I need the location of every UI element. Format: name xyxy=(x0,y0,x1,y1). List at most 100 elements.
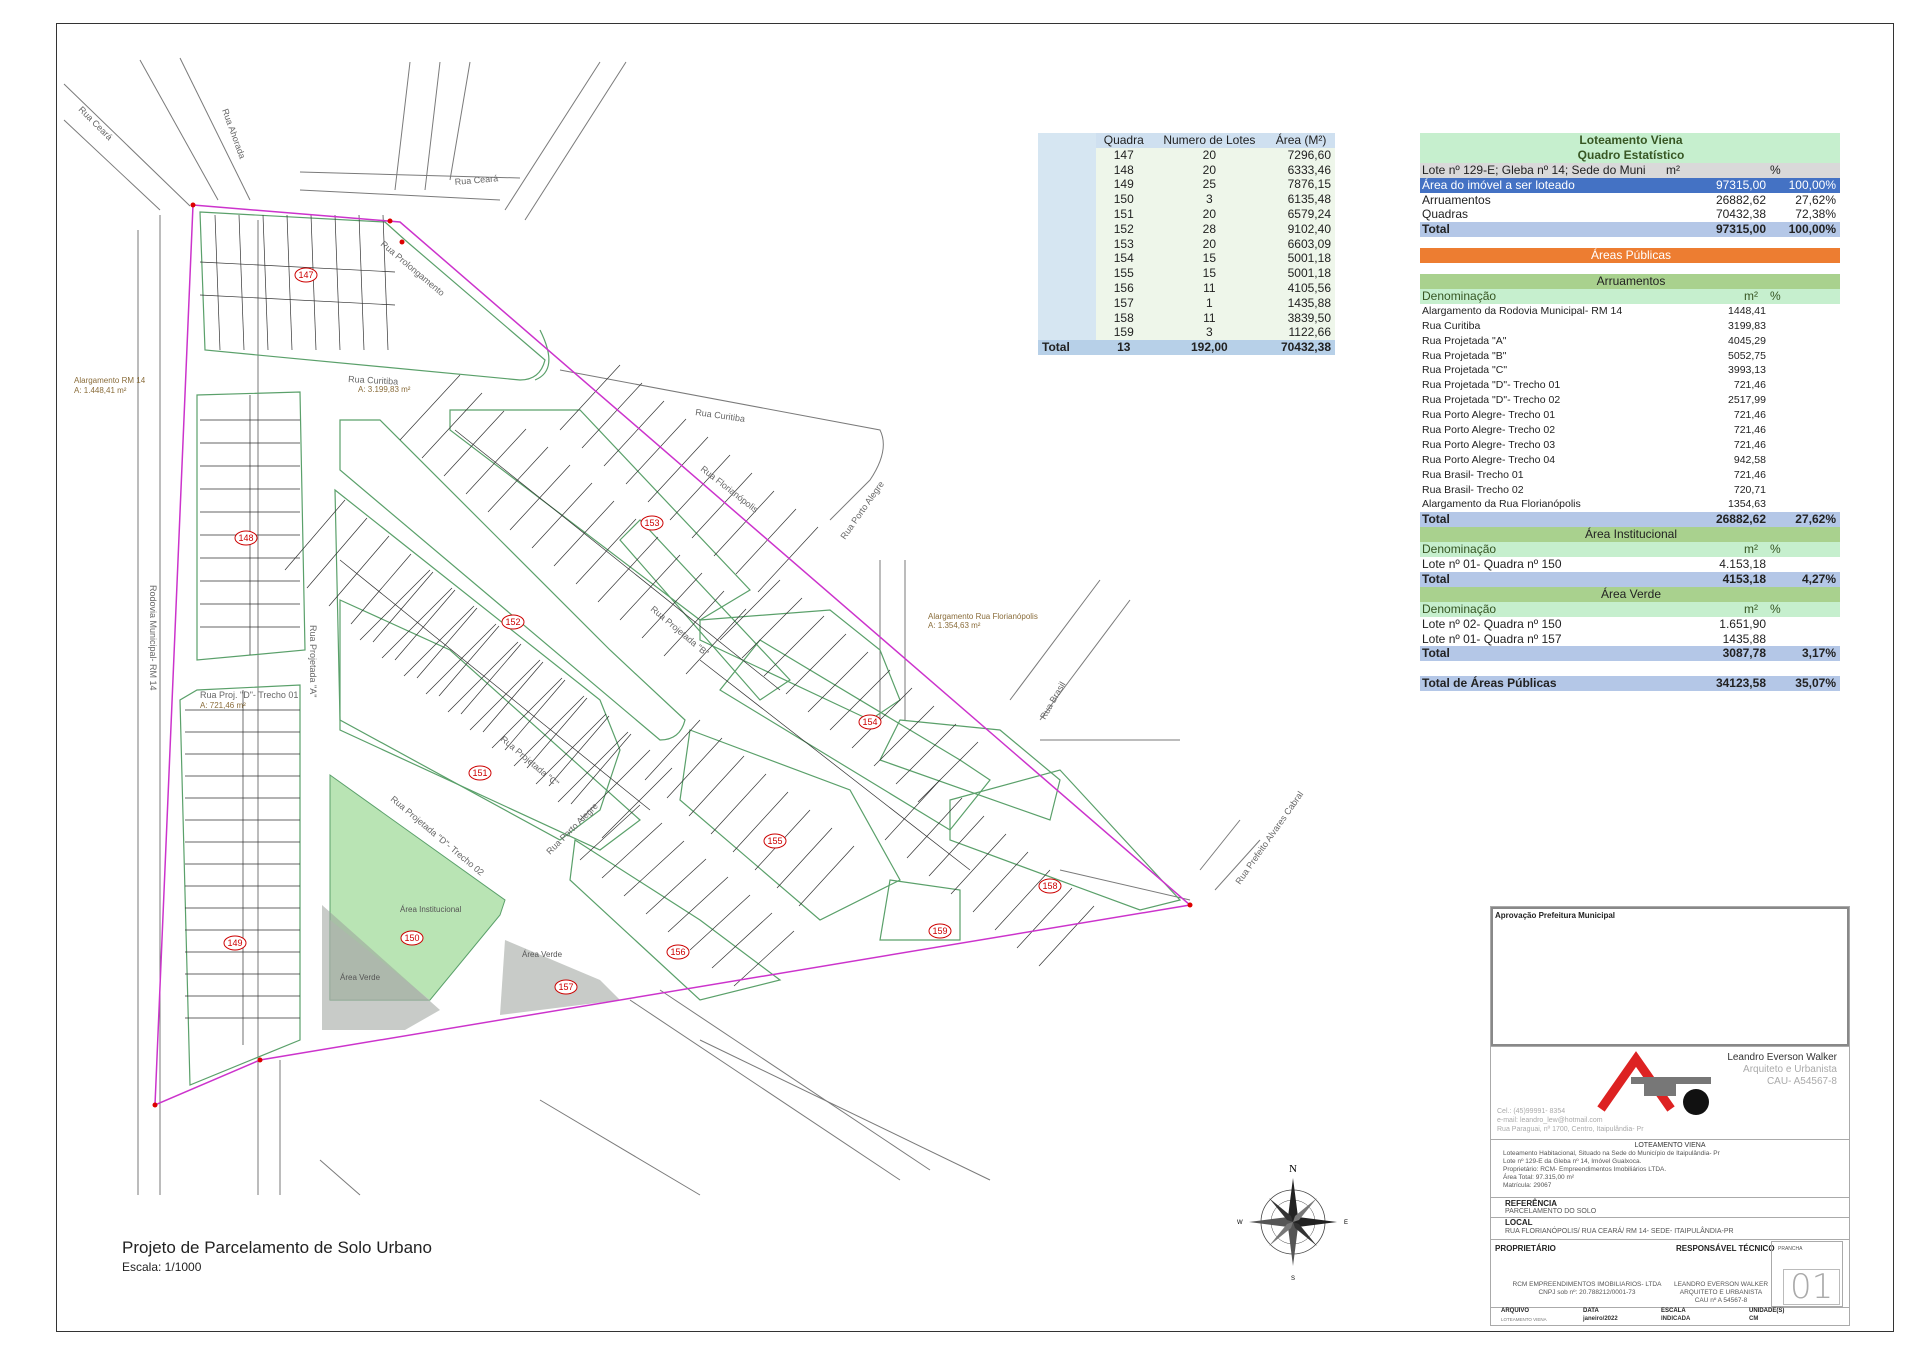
quadra-cell: 147 xyxy=(1096,147,1152,163)
header-lotes: Numero de Lotes xyxy=(1151,133,1268,148)
footer-escala: INDICADA xyxy=(1661,1316,1691,1322)
area-cell: 1435,88 xyxy=(1267,295,1335,311)
lotes-cell: 11 xyxy=(1151,280,1268,296)
area-cell: 5001,18 xyxy=(1267,251,1335,267)
area-cell: 5001,18 xyxy=(1267,266,1335,281)
arr-denom-header: Denominação m² % xyxy=(1420,289,1840,304)
street-label: Rua Projetada "B" xyxy=(649,604,711,658)
inst-denom-header: Denominação m² % xyxy=(1420,542,1840,558)
block-152-label: 152 xyxy=(505,617,520,627)
map-scale: Escala: 1/1000 xyxy=(122,1260,202,1274)
arruamento-row: Rua Projetada "A" 4045,29 xyxy=(1422,334,1766,347)
total-cell: 70432,38 xyxy=(1267,340,1335,355)
quadra-row: 152 28 9102,40 xyxy=(1038,221,1335,237)
quadra-row: 158 11 3839,50 xyxy=(1038,310,1335,326)
stats-arruamentos: Arruamentos 26882,62 27,62% xyxy=(1422,192,1836,207)
area-label: A: 721,46 m² xyxy=(200,701,246,710)
street-label: Rua Projetada "A" xyxy=(308,625,318,697)
quadra-row: 147 20 7296,60 xyxy=(1038,147,1335,163)
arruamento-row: Alargamento da Rua Florianópolis 1354,63 xyxy=(1422,498,1766,511)
quadra-row: 153 20 6603,09 xyxy=(1038,236,1335,252)
verde-denom-header: Denominação m² % xyxy=(1420,601,1840,617)
verde-title: Área Verde xyxy=(1420,586,1840,602)
quadras-total-row: Total 13 192,00 70432,38 xyxy=(1038,340,1335,355)
street-label: Rua Ahorada xyxy=(220,107,247,160)
project-line: Loteamento Habitacional, Situado na Sede… xyxy=(1503,1150,1720,1157)
areas-publicas-title: Áreas Públicas xyxy=(1420,248,1840,264)
arruamento-row: Alargamento da Rodovia Municipal- RM 14 1… xyxy=(1422,304,1766,317)
quadra-cell: 155 xyxy=(1096,266,1152,281)
lotes-cell: 20 xyxy=(1151,206,1268,222)
title-block: Aprovação Prefeitura Municipal Leandro E… xyxy=(1490,906,1850,1326)
block-155-label: 155 xyxy=(767,836,782,846)
total-areas-publicas: Total de Áreas Públicas 34123,58 35,07% xyxy=(1420,676,1840,692)
quadras-table: Quadra Numero de Lotes Área (M²) 147 20 72… xyxy=(1038,133,1335,355)
header-quadra: Quadra xyxy=(1096,133,1152,148)
proprietario-name: RCM EMPREENDIMENTOS IMOBILIARIOS- LTDA xyxy=(1512,1281,1662,1288)
lotes-cell: 20 xyxy=(1151,147,1268,163)
project-name: LOTEAMENTO VIENA xyxy=(1634,1142,1706,1149)
compass-west: W xyxy=(1237,1220,1243,1226)
block-158-label: 158 xyxy=(1042,881,1057,891)
footer-unidade: CM xyxy=(1749,1316,1759,1322)
stats-total: Total 97315,00 100,00% xyxy=(1420,222,1840,238)
inst-row: Lote nº 01- Quadra nº 150 4.153,18 xyxy=(1422,557,1766,572)
block-159-label: 159 xyxy=(932,926,947,936)
local-label: LOCAL xyxy=(1505,1218,1533,1227)
lotes-cell: 28 xyxy=(1151,221,1268,237)
aprovacao-label: Aprovação Prefeitura Municipal xyxy=(1495,911,1616,920)
street-label: Rodovia Municipal- RM 14 xyxy=(148,585,158,691)
arruamento-row: Rua Brasil- Trecho 01 721,46 xyxy=(1422,468,1766,481)
arruamentos-title: Arruamentos xyxy=(1420,274,1840,290)
footer-data-label: DATA xyxy=(1583,1308,1599,1314)
quadra-row: 156 11 4105,56 xyxy=(1038,280,1335,296)
arruamento-row: Rua Curitiba 3199,83 xyxy=(1422,319,1766,332)
lotes-cell: 11 xyxy=(1151,310,1268,326)
referencia-label: REFERÊNCIA xyxy=(1505,1199,1558,1208)
street-label: Rua Porto Alegre xyxy=(838,479,886,541)
footer-escala-label: ESCALA xyxy=(1661,1308,1686,1314)
block-148-label: 148 xyxy=(238,533,253,543)
footer-unidade-label: UNIDADE(S) xyxy=(1749,1308,1785,1314)
footer-arquivo-label: ARQUIVO xyxy=(1501,1308,1530,1314)
lotes-cell: 20 xyxy=(1151,236,1268,252)
quadra-cell: 152 xyxy=(1096,221,1152,237)
area-cell: 1122,66 xyxy=(1267,325,1335,341)
area-label: A: 1.354,63 m² xyxy=(928,621,981,630)
proprietario-label: PROPRIETÁRIO xyxy=(1495,1244,1556,1253)
stats-lote-header: Lote nº 129-E; Gleba nº 14; Sede do Muni… xyxy=(1420,162,1840,178)
block-157-label: 157 xyxy=(558,982,573,992)
block-150-label: 150 xyxy=(404,933,419,943)
quadra-row: 157 1 1435,88 xyxy=(1038,295,1335,311)
street-label: Rua Projetada "C" xyxy=(499,734,561,789)
arruamento-row: Rua Porto Alegre- Trecho 03 721,46 xyxy=(1422,438,1766,451)
project-line: Lote nº 129-E da Gleba nº 14, Imóvel Gua… xyxy=(1503,1158,1642,1165)
project-line: Área Total: 97.315,00 m² xyxy=(1503,1174,1575,1181)
compass-rose-icon: N S E W xyxy=(1237,1163,1348,1282)
footer-arquivo: LOTEAMENTO VIENA xyxy=(1501,1317,1547,1322)
street-label: Rua Proj. "D"- Trecho 01 xyxy=(200,690,298,700)
street-label: Rua Brasil xyxy=(1038,680,1067,721)
area-cell: 7876,15 xyxy=(1267,177,1335,193)
area-cell: 3839,50 xyxy=(1267,310,1335,326)
compass-north: N xyxy=(1289,1163,1297,1175)
compass-east: E xyxy=(1344,1220,1348,1226)
responsavel-label: RESPONSÁVEL TÉCNICO xyxy=(1676,1244,1775,1253)
quadra-row: 154 15 5001,18 xyxy=(1038,251,1335,267)
area-cell: 7296,60 xyxy=(1267,147,1335,163)
area-label: Alargamento Rua Florianópolis xyxy=(928,612,1038,621)
verde-total: Total 3087,78 3,17% xyxy=(1420,646,1840,662)
street-label: Rua Curitiba xyxy=(695,407,746,424)
area-label: Alargamento RM 14 xyxy=(74,376,146,385)
block-156-label: 156 xyxy=(670,947,685,957)
block-154-label: 154 xyxy=(862,717,877,727)
arr-total: Total 26882,62 27,62% xyxy=(1420,512,1840,528)
total-cell: 13 xyxy=(1096,340,1152,355)
area-label: A: 3.199,83 m² xyxy=(358,385,411,394)
block-151-label: 151 xyxy=(472,768,487,778)
stats-area-imovel: Área do imóvel a ser loteado 97315,00 10… xyxy=(1420,177,1840,193)
area-label: Área Verde xyxy=(522,950,563,959)
area-cell: 6333,46 xyxy=(1267,162,1335,178)
architect-role: Arquiteto e Urbanista xyxy=(1743,1064,1837,1075)
contact-address: Rua Paraguai, nº 1700, Centro, Itaipulân… xyxy=(1497,1126,1644,1133)
